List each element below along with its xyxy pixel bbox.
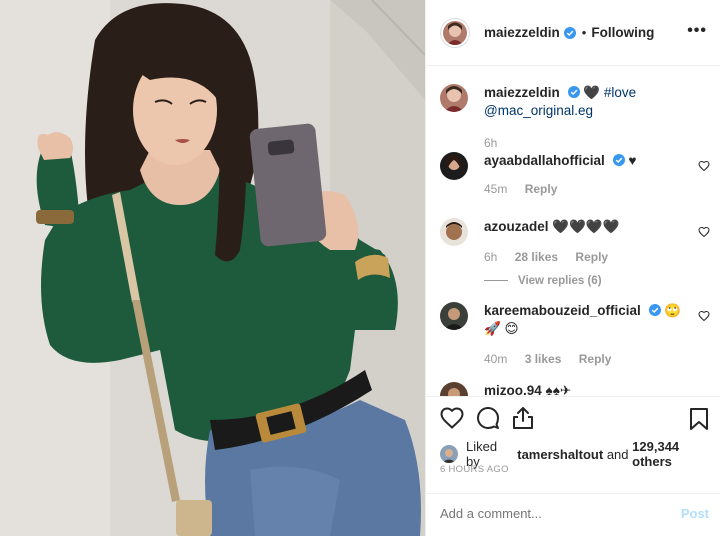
comment-body: azouzadel 🖤🖤🖤🖤 6h 28 likes Reply View re… <box>484 218 684 290</box>
comment-username[interactable]: mizoo.94 <box>484 383 542 396</box>
comment-avatar[interactable] <box>440 302 468 330</box>
verified-badge-icon <box>648 304 661 316</box>
like-comment-heart-icon[interactable] <box>698 226 710 238</box>
comment-avatar[interactable] <box>440 382 468 396</box>
post-actions: Liked by tamershaltout and 129,344 other… <box>426 396 720 536</box>
like-comment-heart-icon[interactable] <box>698 160 710 172</box>
more-options-icon[interactable]: ••• <box>687 22 707 40</box>
comments-list[interactable]: maiezzeldin 🖤 #love @mac_original.eg 6h … <box>426 66 720 396</box>
comment-bubble-icon[interactable] <box>476 406 500 435</box>
liker-avatar[interactable] <box>440 445 458 463</box>
post-side-panel: maiezzeldin • Following ••• maiezzeldin … <box>425 0 720 536</box>
action-icons <box>440 406 546 435</box>
comment-meta: 6h 28 likes Reply <box>484 248 684 266</box>
view-replies-label: View replies (6) <box>518 275 602 287</box>
caption-age[interactable]: 6h <box>484 136 497 150</box>
likes-count[interactable]: 129,344 others <box>632 439 720 469</box>
view-replies-button[interactable]: View replies (6) <box>484 272 684 290</box>
comment-age[interactable]: 6h <box>484 250 497 264</box>
post-timestamp[interactable]: 6 HOURS AGO <box>440 464 509 475</box>
author-avatar-image <box>443 20 467 45</box>
liker-username[interactable]: tamershaltout <box>517 447 603 462</box>
caption-mention[interactable]: @mac_original.eg <box>484 103 593 118</box>
caption-hearts: 🖤 <box>583 85 601 100</box>
reply-button[interactable]: Reply <box>525 182 558 196</box>
comment-username[interactable]: kareemabouzeid_official <box>484 303 641 318</box>
comment-username[interactable]: ayaabdallahofficial <box>484 153 605 168</box>
save-bookmark-icon[interactable] <box>689 407 709 436</box>
author-username[interactable]: maiezzeldin <box>484 25 560 40</box>
add-comment-input[interactable] <box>440 506 660 521</box>
verified-badge-icon <box>567 86 580 98</box>
caption-body: maiezzeldin 🖤 #love @mac_original.eg 6h <box>484 84 684 152</box>
comment-text: ♥ <box>628 153 637 168</box>
verified-badge-icon <box>612 154 625 166</box>
share-icon[interactable] <box>512 406 534 435</box>
reply-button[interactable]: Reply <box>575 250 608 264</box>
comment-likes[interactable]: 28 likes <box>515 250 558 264</box>
comment-body: mizoo.94 ♠♠✈ <box>484 382 684 396</box>
comment-avatar[interactable] <box>440 218 468 246</box>
caption-username[interactable]: maiezzeldin <box>484 85 560 100</box>
following-button[interactable]: Following <box>591 25 654 40</box>
like-heart-icon[interactable] <box>440 406 464 434</box>
post-photo[interactable] <box>0 0 425 536</box>
selfie-image <box>0 0 425 536</box>
replies-divider <box>484 280 508 282</box>
caption-hashtag[interactable]: #love <box>604 85 636 100</box>
reply-button[interactable]: Reply <box>579 352 612 366</box>
likes-connector: and <box>606 446 629 462</box>
comment-meta: 45m Reply <box>484 180 684 198</box>
comment-avatar[interactable] <box>440 152 468 180</box>
comment-age[interactable]: 45m <box>484 182 507 196</box>
like-comment-heart-icon[interactable] <box>698 310 710 322</box>
comment-composer: Post <box>426 493 720 536</box>
post-comment-button[interactable]: Post <box>681 506 709 521</box>
comment-likes[interactable]: 3 likes <box>525 352 562 366</box>
comment-age[interactable]: 40m <box>484 352 507 366</box>
separator-dot: • <box>581 25 587 40</box>
comment-username[interactable]: azouzadel <box>484 219 549 234</box>
author-avatar[interactable] <box>440 17 470 48</box>
comment-text: ♠♠✈ <box>545 383 572 396</box>
caption-avatar[interactable] <box>440 84 468 112</box>
post-header: maiezzeldin • Following ••• <box>426 0 720 66</box>
comment-meta: 40m 3 likes Reply <box>484 350 684 368</box>
caption-meta: 6h <box>484 134 684 152</box>
verified-badge-icon <box>563 26 576 39</box>
comment-body: kareemabouzeid_official 🙄🚀 😊 40m 3 likes… <box>484 302 684 368</box>
comment-text: 🖤🖤🖤🖤 <box>552 219 620 234</box>
comment-body: ayaabdallahofficial ♥ 45m Reply <box>484 152 684 198</box>
